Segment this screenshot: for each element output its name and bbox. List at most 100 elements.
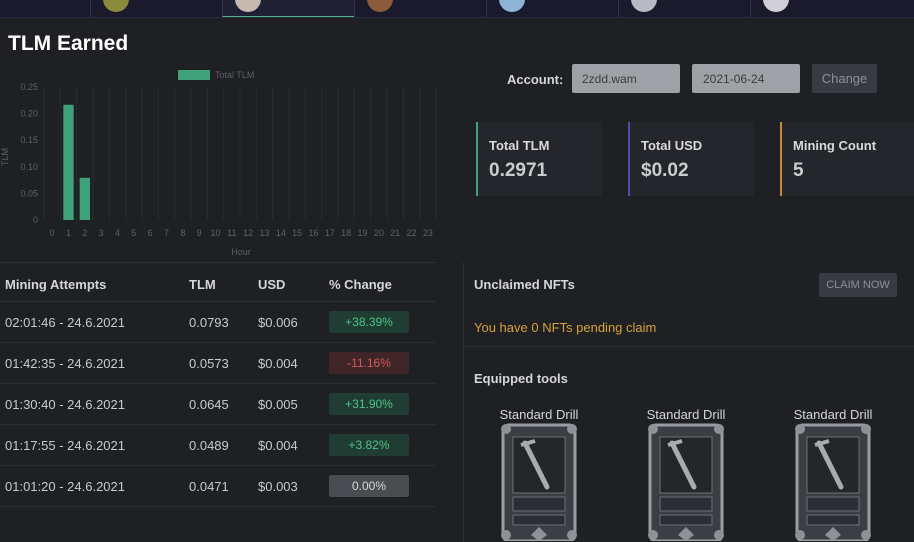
x-tick-label: 17 <box>325 228 335 238</box>
planet-tabs <box>0 0 914 18</box>
x-tick-label: 1 <box>66 228 71 238</box>
tool-card[interactable]: Standard Drill <box>646 407 726 541</box>
page-title: TLM Earned <box>8 32 129 55</box>
column-header: TLM <box>189 277 216 292</box>
planet-tab[interactable] <box>486 0 618 17</box>
account-input[interactable]: 2zdd.wam <box>572 64 680 93</box>
stat-accent-bar <box>476 122 478 196</box>
stat-label: Total USD <box>641 138 703 153</box>
planet-icon <box>499 0 525 12</box>
change-badge: +3.82% <box>329 434 409 456</box>
planet-icon <box>763 0 789 12</box>
claim-now-button[interactable]: CLAIM NOW <box>819 273 897 297</box>
change-button[interactable]: Change <box>812 64 877 93</box>
cell-time: 01:17:55 - 24.6.2021 <box>5 438 125 453</box>
cell-usd: $0.004 <box>258 438 298 453</box>
planet-tab[interactable] <box>90 0 222 17</box>
cell-tlm: 0.0793 <box>189 315 229 330</box>
table-row: 01:01:20 - 24.6.2021 0.0471 $0.003 0.00% <box>0 466 436 507</box>
y-tick-label: 0.05 <box>20 188 38 198</box>
unclaimed-nfts-title: Unclaimed NFTs <box>474 277 575 292</box>
tool-card[interactable]: Standard Drill <box>499 407 579 541</box>
x-tick-label: 14 <box>276 228 286 238</box>
cell-time: 01:01:20 - 24.6.2021 <box>5 479 125 494</box>
change-badge: 0.00% <box>329 475 409 497</box>
account-label: Account: <box>507 72 564 87</box>
cell-time: 02:01:46 - 24.6.2021 <box>5 315 125 330</box>
x-tick-label: 10 <box>210 228 220 238</box>
cell-time: 01:42:35 - 24.6.2021 <box>5 356 125 371</box>
mining-table: Mining Attempts TLM USD % Change 02:01:4… <box>0 262 436 507</box>
planet-tab[interactable] <box>618 0 750 17</box>
stat-value: $0.02 <box>641 160 689 181</box>
x-tick-label: 6 <box>148 228 153 238</box>
x-tick-label: 21 <box>390 228 400 238</box>
planet-tab[interactable] <box>354 0 486 17</box>
x-tick-label: 2 <box>82 228 87 238</box>
planet-icon <box>103 0 129 12</box>
stat-card-total-usd: Total USD $0.02 <box>628 122 754 196</box>
y-tick-label: 0.25 <box>20 82 38 92</box>
stat-accent-bar <box>780 122 782 196</box>
cell-usd: $0.006 <box>258 315 298 330</box>
x-tick-label: 0 <box>50 228 55 238</box>
legend-swatch <box>178 70 210 80</box>
tlm-chart: 0 0.05 0.10 0.15 0.20 0.25 0 1 2 3 4 5 6 7 8 9 10 11 12 13 1… <box>0 62 445 262</box>
equipped-tools-title: Equipped tools <box>474 371 568 386</box>
stat-value: 5 <box>793 160 804 181</box>
table-row: 01:17:55 - 24.6.2021 0.0489 $0.004 +3.82… <box>0 425 436 466</box>
section-divider <box>464 346 914 347</box>
cell-time: 01:30:40 - 24.6.2021 <box>5 397 125 412</box>
tool-name: Standard Drill <box>646 407 726 422</box>
column-header: Mining Attempts <box>5 277 107 292</box>
date-input[interactable]: 2021-06-24 <box>692 64 800 93</box>
stat-label: Mining Count <box>793 138 877 153</box>
x-tick-label: 11 <box>227 228 236 238</box>
nft-pending-message: You have 0 NFTs pending claim <box>474 320 657 335</box>
planet-tab[interactable] <box>750 0 914 17</box>
cell-usd: $0.004 <box>258 356 298 371</box>
x-tick-label: 19 <box>357 228 367 238</box>
drill-card-icon <box>795 423 871 541</box>
cell-tlm: 0.0489 <box>189 438 229 453</box>
x-tick-label: 23 <box>423 228 433 238</box>
tool-name: Standard Drill <box>793 407 873 422</box>
table-row: 01:30:40 - 24.6.2021 0.0645 $0.005 +31.9… <box>0 384 436 425</box>
table-header: Mining Attempts TLM USD % Change <box>0 262 436 302</box>
change-badge: +38.39% <box>329 311 409 333</box>
stat-card-total-tlm: Total TLM 0.2971 <box>476 122 602 196</box>
x-tick-label: 4 <box>115 228 120 238</box>
x-tick-label: 22 <box>406 228 416 238</box>
x-tick-label: 13 <box>259 228 269 238</box>
planet-icon <box>367 0 393 12</box>
planet-icon <box>235 0 261 12</box>
x-tick-label: 12 <box>243 228 253 238</box>
x-tick-label: 7 <box>164 228 169 238</box>
cell-tlm: 0.0645 <box>189 397 229 412</box>
x-tick-label: 3 <box>99 228 104 238</box>
page-root: TLM Earned 0 0.05 0.10 0.15 0.20 0.25 0 1 2 3 4 5 6 7… <box>0 0 914 542</box>
tool-card[interactable]: Standard Drill <box>793 407 873 541</box>
section-divider <box>463 262 464 542</box>
stat-accent-bar <box>628 122 630 196</box>
planet-tab[interactable] <box>222 0 354 17</box>
y-tick-label: 0.20 <box>20 109 38 119</box>
y-tick-label: 0.15 <box>20 135 38 145</box>
x-tick-label: 8 <box>180 228 185 238</box>
chart-bar <box>79 177 90 220</box>
stat-label: Total TLM <box>489 138 550 153</box>
x-tick-label: 15 <box>292 228 302 238</box>
cell-tlm: 0.0573 <box>189 356 229 371</box>
change-badge: -11.16% <box>329 352 409 374</box>
stat-card-mining-count: Mining Count 5 <box>780 122 914 196</box>
table-row: 02:01:46 - 24.6.2021 0.0793 $0.006 +38.3… <box>0 302 436 343</box>
column-header: % Change <box>329 277 392 292</box>
y-axis-label: TLM <box>0 148 10 166</box>
table-row: 01:42:35 - 24.6.2021 0.0573 $0.004 -11.1… <box>0 343 436 384</box>
change-badge: +31.90% <box>329 393 409 415</box>
y-tick-label: 0.10 <box>20 162 38 172</box>
tlm-bar-chart: 00.050.100.150.200.250 1 2 3 4 5 6 7 8 9 10 11 12 13 1… <box>0 70 437 257</box>
x-tick-label: 20 <box>374 228 384 238</box>
x-axis-label: Hour <box>231 247 251 257</box>
cell-usd: $0.005 <box>258 397 298 412</box>
